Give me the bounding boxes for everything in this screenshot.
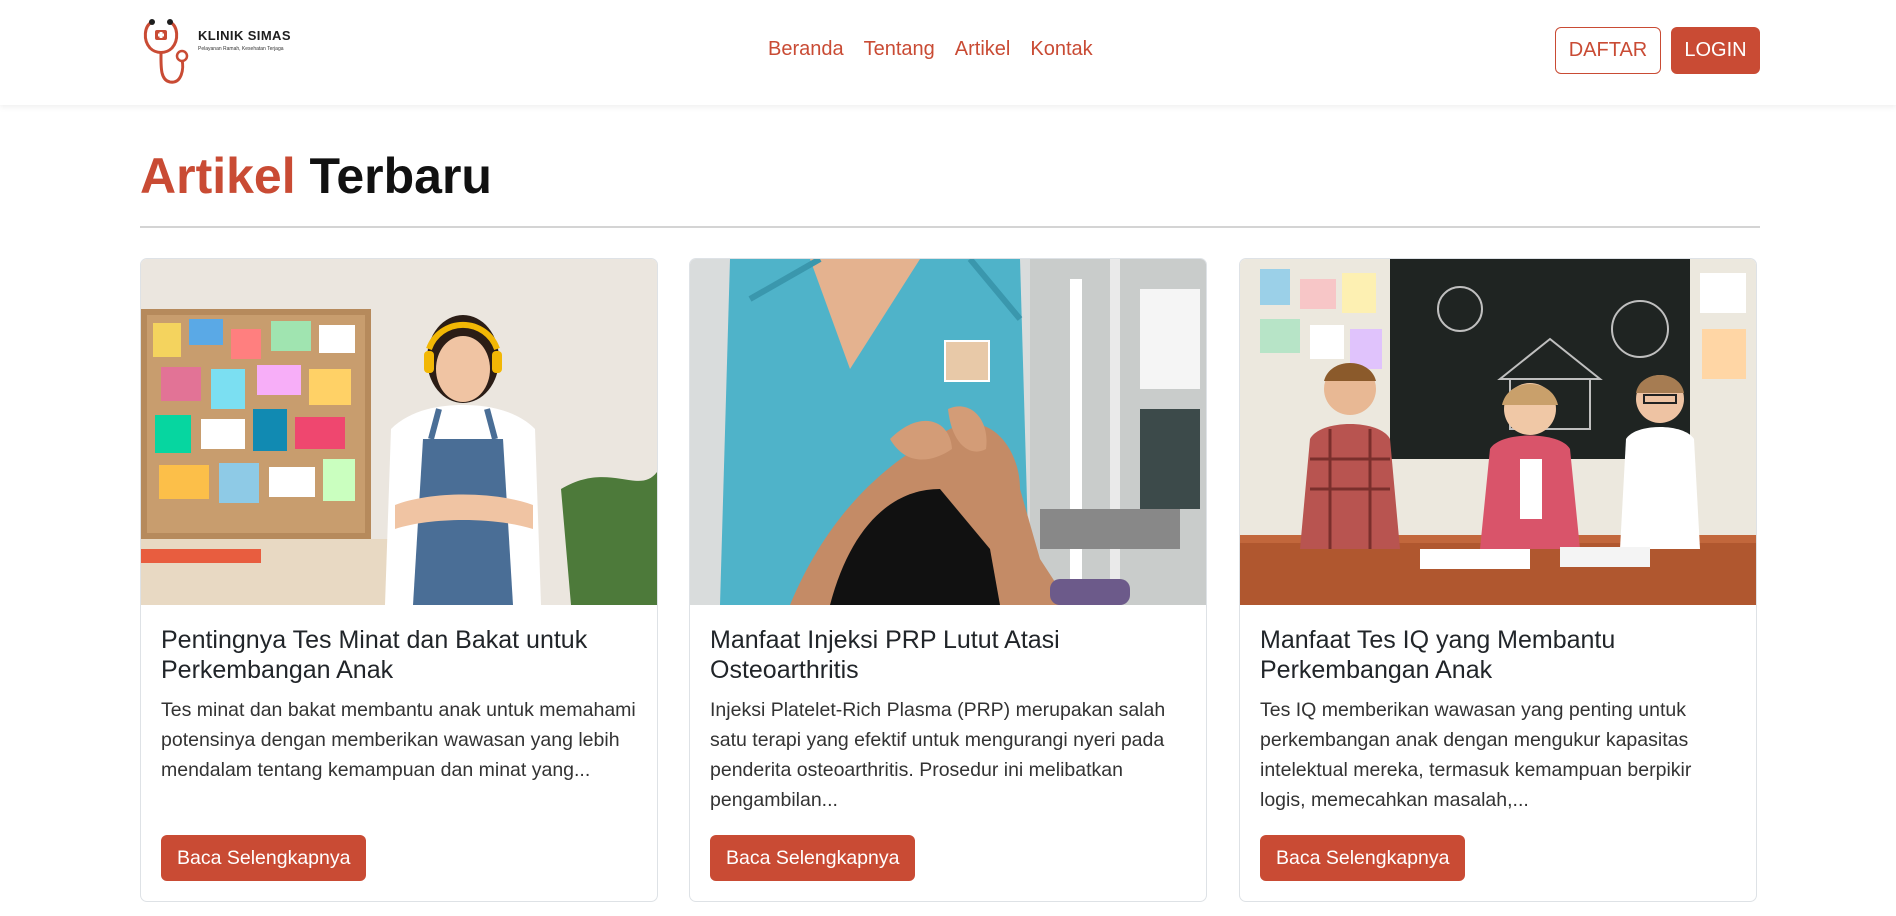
article-body: Pentingnya Tes Minat dan Bakat untuk Per…: [161, 625, 641, 785]
photo-girl-with-moodboard-icon: [141, 259, 657, 605]
article-title[interactable]: Manfaat Tes IQ yang Membantu Perkembanga…: [1260, 625, 1740, 685]
read-more-button[interactable]: Baca Selengkapnya: [710, 835, 916, 881]
article-excerpt: Tes IQ memberikan wawasan yang penting u…: [1260, 699, 1692, 811]
nav-link-beranda[interactable]: Beranda: [768, 38, 844, 61]
brand-tagline: Pelayanan Ramah, Kesehatan Terjaga: [198, 46, 284, 52]
nav-link-kontak[interactable]: Kontak: [1030, 38, 1092, 61]
photo-children-drawing-icon: [1240, 259, 1756, 605]
read-more-button[interactable]: Baca Selengkapnya: [161, 835, 367, 881]
read-more-button[interactable]: Baca Selengkapnya: [1260, 835, 1466, 881]
register-button[interactable]: DAFTAR: [1555, 27, 1661, 74]
article-title[interactable]: Manfaat Injeksi PRP Lutut Atasi Osteoart…: [710, 625, 1190, 685]
article-image[interactable]: [1240, 259, 1756, 605]
photo-knee-examination-icon: [690, 259, 1206, 605]
navbar: KLINIK SIMAS Pelayanan Ramah, Kesehatan …: [0, 0, 1896, 105]
article-title[interactable]: Pentingnya Tes Minat dan Bakat untuk Per…: [161, 625, 641, 685]
article-card: Pentingnya Tes Minat dan Bakat untuk Per…: [140, 258, 658, 902]
brand-name: KLINIK SIMAS: [198, 28, 291, 43]
nav-link-tentang[interactable]: Tentang: [864, 38, 935, 61]
main-nav: Beranda Tentang Artikel Kontak: [768, 38, 1093, 61]
nav-link-artikel[interactable]: Artikel: [955, 38, 1011, 61]
stethoscope-logo-icon: [143, 19, 189, 84]
page-title: Artikel Terbaru: [140, 146, 492, 206]
article-excerpt: Tes minat dan bakat membantu anak untuk …: [161, 699, 636, 781]
article-card: Manfaat Tes IQ yang Membantu Perkembanga…: [1239, 258, 1757, 902]
article-image[interactable]: [141, 259, 657, 605]
brand-logo[interactable]: KLINIK SIMAS Pelayanan Ramah, Kesehatan …: [140, 14, 291, 88]
article-excerpt: Injeksi Platelet-Rich Plasma (PRP) merup…: [710, 699, 1166, 811]
article-image[interactable]: [690, 259, 1206, 605]
article-body: Manfaat Injeksi PRP Lutut Atasi Osteoart…: [710, 625, 1190, 815]
section-divider: [140, 226, 1760, 228]
article-card: Manfaat Injeksi PRP Lutut Atasi Osteoart…: [689, 258, 1207, 902]
login-button[interactable]: LOGIN: [1671, 27, 1760, 74]
page-title-accent: Artikel: [140, 148, 296, 204]
page-title-rest: Terbaru: [309, 148, 492, 204]
article-body: Manfaat Tes IQ yang Membantu Perkembanga…: [1260, 625, 1740, 815]
